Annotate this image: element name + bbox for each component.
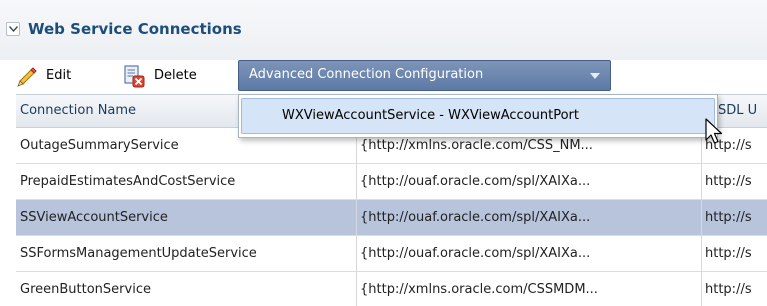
table-row[interactable]: PrepaidEstimatesAndCostService {http://o… <box>16 164 767 200</box>
table-row-selected[interactable]: SSViewAccountService {http://ouaf.oracle… <box>16 200 767 236</box>
advanced-configuration-menu: WXViewAccountService - WXViewAccountPort <box>238 94 718 138</box>
connection-name-cell: SSFormsManagementUpdateService <box>20 246 257 261</box>
namespace-cell: {http://ouaf.oracle.com/spl/XAIXa... <box>360 210 591 225</box>
advanced-label: Advanced Connection Configuration <box>249 67 484 82</box>
chevron-down-icon <box>9 26 18 32</box>
connection-name-cell: SSViewAccountService <box>20 210 168 225</box>
url-cell: http://s <box>705 282 752 297</box>
toolbar: Edit Delete Advanced Connection Configur… <box>0 60 767 94</box>
url-cell: http://s <box>705 210 752 225</box>
connection-name-cell: PrepaidEstimatesAndCostService <box>20 174 236 189</box>
menu-item-wxviewaccountservice[interactable]: WXViewAccountService - WXViewAccountPort <box>241 98 715 134</box>
url-cell: http://s <box>705 174 752 189</box>
pencil-icon <box>17 66 37 87</box>
menu-item-label: WXViewAccountService - WXViewAccountPort <box>282 108 579 123</box>
delete-label: Delete <box>154 68 197 83</box>
connection-name-cell: GreenButtonService <box>20 282 151 297</box>
edit-button[interactable]: Edit <box>16 60 71 91</box>
section-title: Web Service Connections <box>28 20 242 38</box>
advanced-connection-configuration-button[interactable]: Advanced Connection Configuration <box>238 60 611 91</box>
delete-document-icon <box>124 64 145 87</box>
namespace-cell: {http://ouaf.oracle.com/spl/XAIXa... <box>360 174 591 189</box>
mouse-pointer-icon <box>705 118 723 144</box>
caret-down-icon <box>590 73 600 79</box>
url-cell: http://s <box>705 246 752 261</box>
namespace-cell: {http://xmlns.oracle.com/CSSMDM... <box>360 282 598 297</box>
edit-label: Edit <box>46 68 72 83</box>
section-header: Web Service Connections <box>0 0 767 60</box>
table-row[interactable]: SSFormsManagementUpdateService {http://o… <box>16 236 767 272</box>
namespace-cell: {http://ouaf.oracle.com/spl/XAIXa... <box>360 246 591 261</box>
delete-button[interactable]: Delete <box>122 60 197 91</box>
collapse-toggle[interactable] <box>6 22 20 36</box>
table-row[interactable]: GreenButtonService {http://xmlns.oracle.… <box>16 272 767 306</box>
